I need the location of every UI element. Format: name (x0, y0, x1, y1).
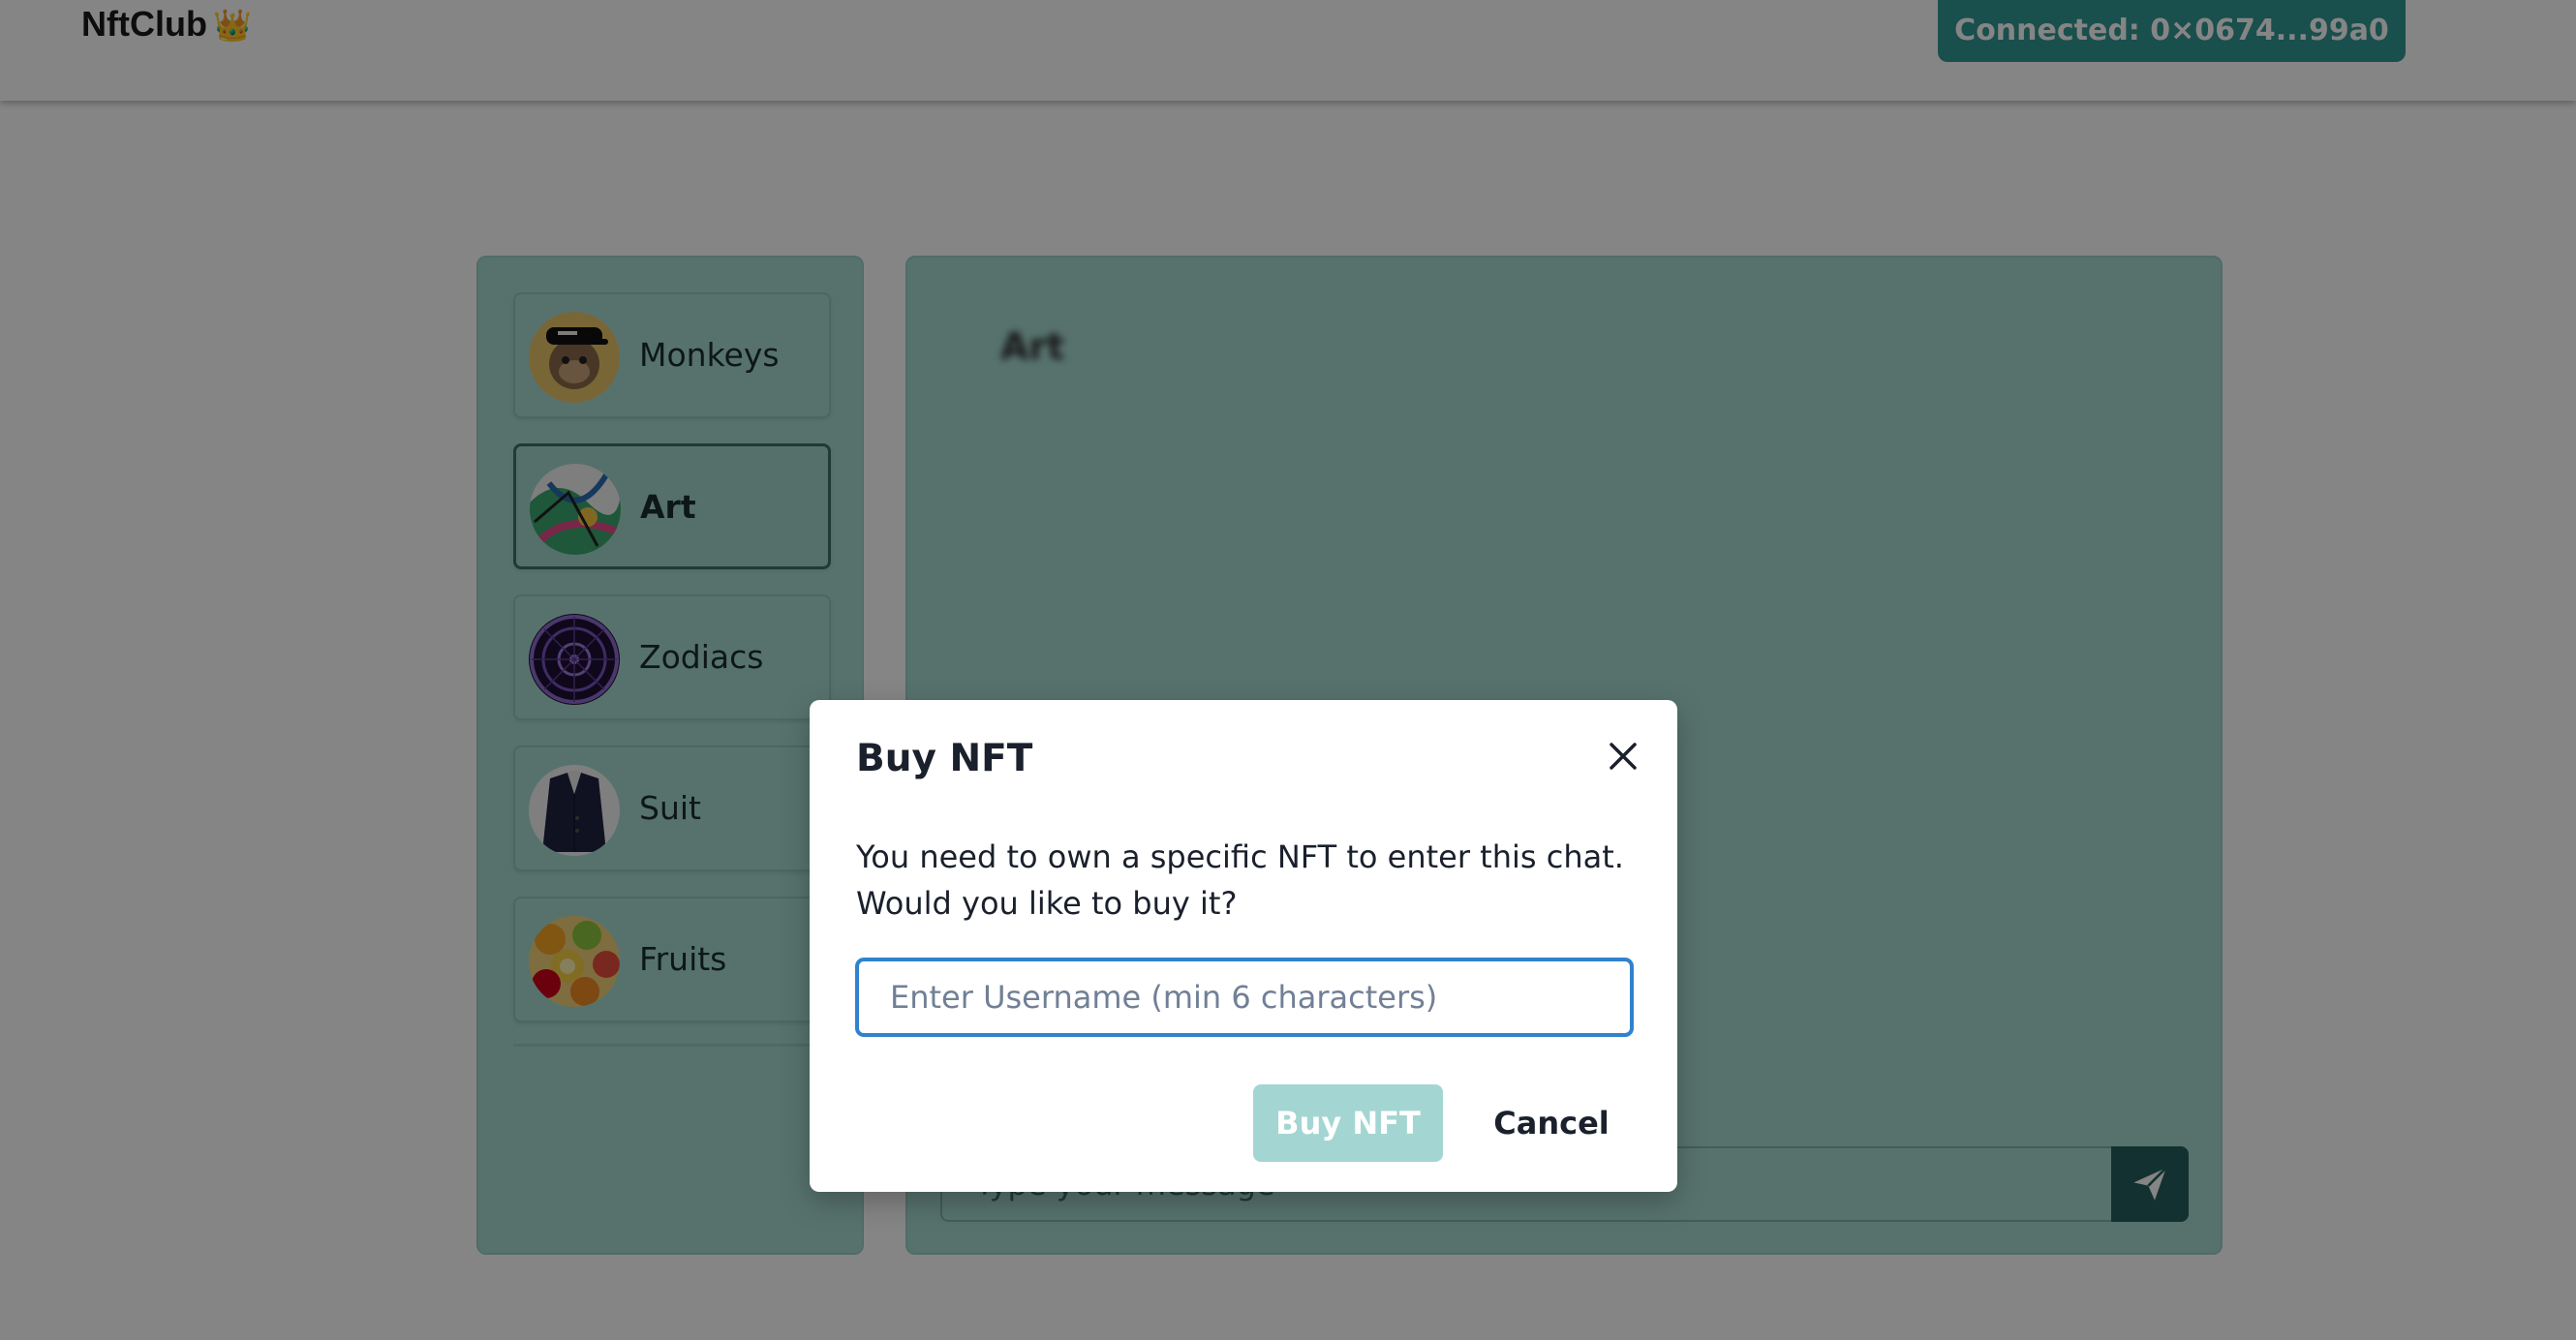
buy-nft-dialog: Buy NFT You need to own a specific NFT t… (810, 700, 1677, 1192)
dialog-message: You need to own a specific NFT to enter … (856, 838, 1624, 922)
close-icon (1610, 743, 1637, 770)
cancel-button[interactable]: Cancel (1470, 1084, 1633, 1162)
buy-nft-button[interactable]: Buy NFT (1253, 1084, 1443, 1162)
close-button[interactable] (1602, 735, 1644, 777)
username-input[interactable] (856, 959, 1633, 1036)
dialog-title: Buy NFT (856, 737, 1033, 780)
